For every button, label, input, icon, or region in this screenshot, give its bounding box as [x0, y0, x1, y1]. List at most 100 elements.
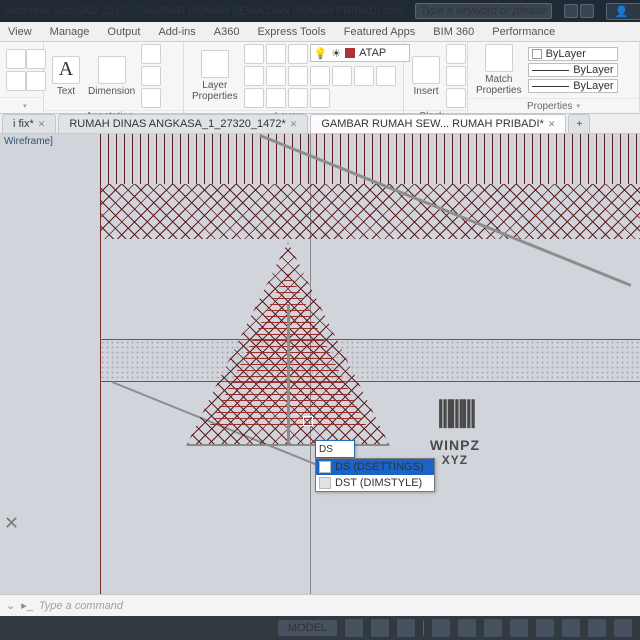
status-toggle[interactable] — [458, 619, 476, 637]
insert-button[interactable]: Insert — [410, 56, 442, 97]
sign-in-button[interactable]: 👤Sign In — [606, 3, 640, 20]
separator — [423, 620, 424, 636]
title-bar: Autodesk AutoCAD 2017 GAMBAR RUMAH SEWA … — [0, 0, 640, 22]
linetype-dropdown[interactable]: ByLayer — [528, 79, 618, 93]
close-icon[interactable]: ✕ — [290, 119, 298, 130]
layer-dropdown[interactable]: 💡☀ ATAP — [310, 44, 410, 62]
close-icon[interactable]: ✕ — [4, 513, 19, 534]
cmd-icon — [319, 461, 331, 473]
dynamic-input-field[interactable] — [316, 441, 354, 457]
dimension-button[interactable]: Dimension — [86, 56, 137, 97]
command-line[interactable]: ⌄ ▸_ Type a command — [0, 594, 640, 616]
insert-icon — [412, 56, 440, 84]
layer-tool[interactable] — [376, 66, 396, 86]
status-toggle[interactable] — [371, 619, 389, 637]
status-toggle[interactable] — [510, 619, 528, 637]
new-tab-button[interactable]: + — [568, 114, 590, 133]
color-dropdown[interactable]: ByLayer — [528, 47, 618, 61]
watermark-icon: ⦀⦀⦀ — [430, 394, 480, 437]
layer-tool[interactable] — [288, 66, 308, 86]
status-toggle[interactable] — [484, 619, 502, 637]
layer-tool[interactable] — [332, 66, 352, 86]
ribbon-tabs: View Manage Output Add-ins A360 Express … — [0, 22, 640, 42]
block-tool[interactable] — [446, 88, 466, 108]
chevron-icon: ⌄ — [6, 599, 15, 612]
menu-featured[interactable]: Featured Apps — [344, 26, 416, 38]
drawing-canvas[interactable]: Wireframe] ⦀⦀⦀ WINPZ XYZ DS (DSETTINGS) … — [0, 134, 640, 594]
document-tabs: i fix*✕ RUMAH DINAS ANGKASA_1_27320_1472… — [0, 114, 640, 134]
text-button[interactable]: AText — [50, 56, 82, 97]
menu-manage[interactable]: Manage — [50, 26, 90, 38]
line — [100, 381, 640, 382]
status-toggle[interactable] — [397, 619, 415, 637]
lightbulb-icon: 💡 — [314, 47, 328, 60]
status-toggle[interactable] — [345, 619, 363, 637]
layer-tool[interactable] — [288, 88, 308, 108]
status-toggle[interactable] — [588, 619, 606, 637]
doc-tab-active[interactable]: GAMBAR RUMAH SEW... RUMAH PRIBADI*✕ — [310, 114, 566, 133]
model-space-button[interactable]: MODEL — [278, 620, 337, 636]
layer-tool[interactable] — [244, 88, 264, 108]
help-search-input[interactable]: Type a keyword or phrase — [415, 3, 551, 19]
layer-tool[interactable] — [310, 66, 330, 86]
ribbon: AText Dimension Annotation Layer Propert… — [0, 42, 640, 114]
command-hint: Type a command — [39, 600, 123, 612]
status-toggle[interactable] — [614, 619, 632, 637]
lineweight-dropdown[interactable]: ByLayer — [528, 63, 618, 77]
block-tool[interactable] — [446, 66, 466, 86]
draw-tool[interactable] — [6, 71, 26, 91]
status-toggle[interactable] — [432, 619, 450, 637]
status-toggle[interactable] — [562, 619, 580, 637]
color-swatch — [532, 49, 542, 59]
dynamic-input[interactable] — [315, 440, 355, 458]
menu-express[interactable]: Express Tools — [257, 26, 325, 38]
layer-tool[interactable] — [244, 44, 264, 64]
cmd-icon — [319, 477, 331, 489]
user-icon: 👤 — [615, 5, 629, 18]
layer-tool[interactable] — [354, 66, 374, 86]
close-icon[interactable]: ✕ — [548, 119, 556, 130]
status-toggle[interactable] — [536, 619, 554, 637]
layer-current-name: ATAP — [359, 47, 386, 59]
menu-a360[interactable]: A360 — [214, 26, 240, 38]
draw-tool[interactable] — [26, 71, 46, 91]
menu-output[interactable]: Output — [107, 26, 140, 38]
layer-tool[interactable] — [244, 66, 264, 86]
layer-tool[interactable] — [288, 44, 308, 64]
suggestion-item[interactable]: DS (DSETTINGS) — [316, 459, 434, 475]
menu-bim360[interactable]: BIM 360 — [433, 26, 474, 38]
panel-label-properties[interactable]: Properties — [468, 98, 639, 113]
layer-color-swatch — [345, 48, 355, 58]
doc-tab[interactable]: RUMAH DINAS ANGKASA_1_27320_1472*✕ — [58, 114, 308, 133]
panel-block: Insert Block — [404, 42, 468, 113]
draw-tool[interactable] — [26, 49, 46, 69]
sun-icon: ☀ — [331, 47, 341, 60]
ann-tool[interactable] — [141, 66, 161, 86]
close-icon[interactable]: ✕ — [38, 119, 46, 130]
app-name: Autodesk AutoCAD 2017 — [4, 5, 126, 17]
layer-tool[interactable] — [310, 88, 330, 108]
doc-tab[interactable]: i fix*✕ — [2, 114, 56, 133]
panel-draw — [0, 42, 44, 113]
suggestion-item[interactable]: DST (DIMSTYLE) — [316, 475, 434, 491]
menu-addins[interactable]: Add-ins — [158, 26, 195, 38]
ridge-line — [287, 304, 290, 444]
draw-tool[interactable] — [6, 49, 26, 69]
panel-properties: Match Properties ByLayer ByLayer ByLayer… — [468, 42, 640, 113]
menu-performance[interactable]: Performance — [492, 26, 555, 38]
watermark: ⦀⦀⦀ WINPZ XYZ — [430, 394, 480, 467]
menu-view[interactable]: View — [8, 26, 32, 38]
match-properties-button[interactable]: Match Properties — [474, 44, 524, 96]
layer-tool[interactable] — [266, 44, 286, 64]
block-tool[interactable] — [446, 44, 466, 64]
status-bar: MODEL — [0, 616, 640, 640]
command-suggestions: DS (DSETTINGS) DST (DIMSTYLE) — [315, 458, 435, 492]
hatch-region — [100, 340, 640, 380]
viewport-label[interactable]: Wireframe] — [4, 136, 53, 147]
ann-tool[interactable] — [141, 88, 161, 108]
layer-tool[interactable] — [266, 88, 286, 108]
prompt-icon: ▸_ — [21, 599, 33, 612]
layer-tool[interactable] — [266, 66, 286, 86]
layer-properties-button[interactable]: Layer Properties — [190, 50, 240, 102]
ann-tool[interactable] — [141, 44, 161, 64]
